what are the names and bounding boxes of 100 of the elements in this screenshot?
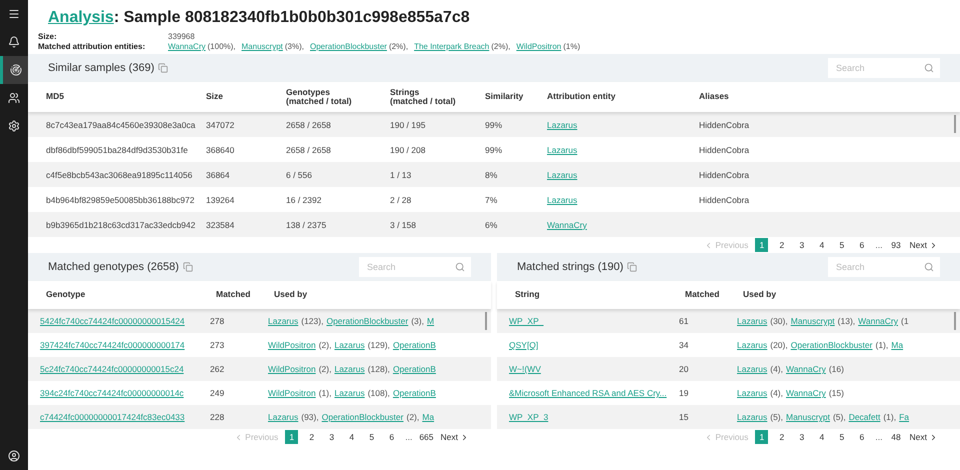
column-header[interactable]: Used by	[743, 290, 950, 300]
entity-link[interactable]: WildPositron	[268, 364, 316, 374]
column-header[interactable]: Attribution entity	[547, 92, 699, 102]
column-header[interactable]: Matched	[685, 290, 743, 300]
entity-link[interactable]: OperationB	[392, 388, 436, 398]
entity-link[interactable]: WannaCry	[858, 316, 898, 326]
page-link[interactable]: 5	[365, 430, 378, 444]
page-link[interactable]: 1	[285, 430, 298, 444]
entity-link[interactable]: The Interpark Breach	[414, 42, 490, 51]
entity-link[interactable]: Fa	[899, 412, 910, 422]
search-input[interactable]: Search	[834, 62, 914, 74]
page-link[interactable]: 3	[795, 238, 808, 252]
value-link[interactable]: WP_XP_	[509, 316, 679, 326]
value-link[interactable]: 5424fc740cc74424fc00000000015424	[40, 316, 210, 326]
entity-link[interactable]: Lazarus	[334, 388, 365, 398]
next-link[interactable]: Next	[910, 432, 938, 442]
entity-link[interactable]: OperationBlockbuster	[310, 42, 387, 51]
scrollbar[interactable]	[485, 312, 487, 330]
copy-icon[interactable]	[182, 262, 193, 272]
entity-link[interactable]: Lazarus	[547, 144, 578, 154]
page-link[interactable]: 4	[815, 238, 828, 252]
page-link[interactable]: 93	[890, 238, 903, 252]
entity-link[interactable]: WildPositron	[268, 388, 316, 398]
search-field[interactable]: Search	[359, 257, 471, 277]
value-link[interactable]: QSY[Q]	[509, 340, 679, 350]
entity-link[interactable]: Lazarus	[547, 170, 578, 180]
entity-link[interactable]: Manuscrypt	[786, 412, 830, 422]
entity-link[interactable]: OperationB	[392, 364, 436, 374]
entity-link[interactable]: Lazarus	[737, 364, 768, 374]
page-link[interactable]: 6	[855, 238, 868, 252]
next-link[interactable]: Next	[910, 240, 938, 250]
page-link[interactable]: 3	[795, 430, 808, 444]
value-link[interactable]: 5c24fc740cc74424fc00000000015c24	[40, 364, 210, 374]
column-header[interactable]: Used by	[274, 290, 481, 300]
value-link[interactable]: c74424fc00000000017424fc83ec0433	[40, 412, 210, 422]
page-link[interactable]: 5	[835, 430, 848, 444]
page-link[interactable]: 2	[775, 238, 788, 252]
page-link[interactable]: 2	[775, 430, 788, 444]
entity-link[interactable]: WildPositron	[268, 340, 316, 350]
value-link[interactable]: &Microsoft Enhanced RSA and AES Cry...	[509, 388, 679, 398]
page-link[interactable]: 665	[419, 430, 434, 444]
entity-link[interactable]: Lazarus	[268, 412, 298, 422]
search-icon[interactable]	[924, 262, 934, 272]
scrollbar[interactable]	[954, 115, 956, 133]
entity-link[interactable]: Ma	[422, 412, 434, 422]
page-link[interactable]: 1	[755, 238, 768, 252]
breadcrumb-link[interactable]: Analysis	[48, 9, 114, 26]
page-link[interactable]: 6	[385, 430, 398, 444]
entity-link[interactable]: Lazarus	[334, 364, 365, 374]
entity-link[interactable]: Manuscrypt	[790, 316, 835, 326]
entity-link[interactable]: M	[426, 316, 434, 326]
entity-link[interactable]: Lazarus	[334, 340, 365, 350]
entity-link[interactable]: Lazarus	[737, 412, 768, 422]
entity-link[interactable]: WannaCry	[547, 220, 587, 230]
entity-link[interactable]: Ma	[891, 340, 904, 350]
page-link[interactable]: 48	[890, 430, 903, 444]
value-link[interactable]: 397424fc740cc74424fc000000000174	[40, 340, 210, 350]
entity-link[interactable]: Lazarus	[737, 388, 768, 398]
entity-link[interactable]: WildPositron	[516, 42, 562, 51]
column-header[interactable]: String	[515, 290, 685, 300]
page-link[interactable]: 2	[305, 430, 318, 444]
entity-link[interactable]: Decafett	[848, 412, 880, 422]
entity-link[interactable]: Lazarus	[547, 194, 578, 204]
entity-link[interactable]: Lazarus	[737, 340, 768, 350]
value-link[interactable]: WP_XP_3	[509, 412, 679, 422]
column-header[interactable]: MD5	[46, 92, 206, 102]
column-header[interactable]: Genotype	[46, 290, 216, 300]
page-link[interactable]: 4	[815, 430, 828, 444]
entity-link[interactable]: WannaCry	[168, 42, 206, 51]
search-input[interactable]: Search	[834, 261, 914, 273]
entity-link[interactable]: WannaCry	[786, 388, 826, 398]
sidebar-item[interactable]	[0, 56, 28, 84]
copy-icon[interactable]	[158, 63, 168, 73]
entity-link[interactable]: OperationBlockbuster	[326, 316, 408, 326]
page-link[interactable]: 1	[755, 430, 768, 444]
entity-link[interactable]: Lazarus	[268, 316, 298, 326]
user-icon[interactable]	[8, 450, 20, 462]
column-header[interactable]: Similarity	[485, 92, 547, 102]
scrollbar[interactable]	[954, 312, 956, 330]
search-icon[interactable]	[455, 262, 465, 272]
page-link[interactable]: 5	[835, 238, 848, 252]
entity-link[interactable]: OperationBlockbuster	[790, 340, 872, 350]
page-link[interactable]: 6	[855, 430, 868, 444]
column-header[interactable]: Size	[206, 92, 286, 102]
page-link[interactable]: 3	[325, 430, 338, 444]
entity-link[interactable]: Lazarus	[737, 316, 768, 326]
entity-link[interactable]: WannaCry	[786, 364, 826, 374]
entity-link[interactable]: OperationBlockbuster	[322, 412, 404, 422]
search-field[interactable]: Search	[828, 257, 940, 277]
search-field[interactable]: Search	[828, 58, 940, 78]
search-input[interactable]: Search	[365, 261, 445, 273]
value-link[interactable]: W~!(WV	[509, 364, 679, 374]
search-icon[interactable]	[924, 63, 934, 73]
entity-link[interactable]: Manuscrypt	[242, 42, 283, 51]
entity-link[interactable]: OperationB	[392, 340, 436, 350]
column-header[interactable]: Matched	[216, 290, 274, 300]
column-header[interactable]: Strings (matched / total)	[390, 88, 485, 106]
next-link[interactable]: Next	[440, 432, 469, 442]
column-header[interactable]: Aliases	[699, 92, 950, 102]
column-header[interactable]: Genotypes (matched / total)	[286, 88, 390, 106]
